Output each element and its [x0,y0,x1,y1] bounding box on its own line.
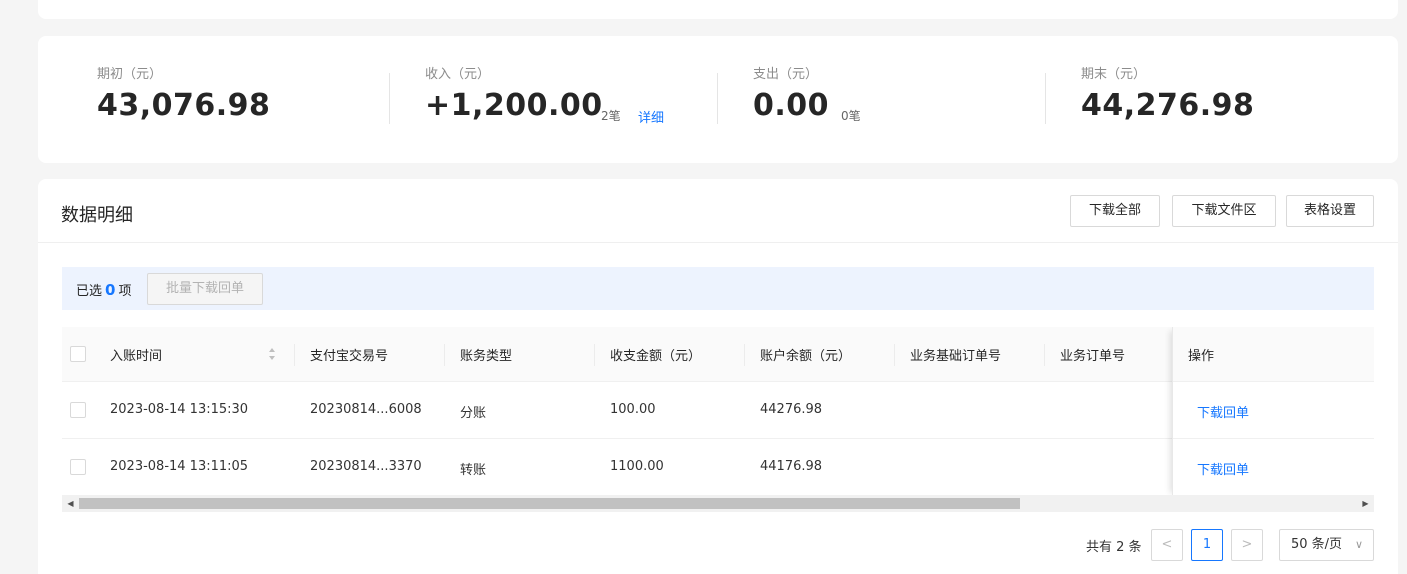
column-separator [594,344,595,366]
stat-closing-label: 期末（元） [1081,67,1147,82]
cell-amount: 1100.00 [610,459,664,474]
page-size-value: 50 条/页 [1291,537,1343,552]
page-size-select[interactable]: 50 条/页 ∨ [1279,529,1374,561]
scroll-left-icon[interactable]: ◀ [62,495,79,512]
row-checkbox[interactable] [70,459,86,475]
chevron-left-icon: < [1161,537,1173,552]
top-card [38,0,1398,19]
cell-trade-no: 20230814...3370 [310,459,422,474]
stat-income-label: 收入（元） [425,67,491,82]
stat-expense-count: 0笔 [841,109,861,123]
scroll-right-icon[interactable]: ▶ [1357,495,1374,512]
summary-card: 期初（元） 43,076.98 收入（元） +1,200.00 2笔 详细 支出… [38,36,1398,163]
column-header-action: 操作 [1188,349,1215,364]
table-settings-button[interactable]: 表格设置 [1286,195,1374,227]
selection-count: 0 [105,281,116,299]
income-detail-link[interactable]: 详细 [638,107,664,126]
action-cell: 下载回单 [1173,382,1374,439]
selection-text: 已选 0 项 [76,280,131,299]
scrollbar-thumb[interactable] [79,498,1020,509]
column-header-base-order: 业务基础订单号 [910,349,1002,364]
next-page-button[interactable]: > [1231,529,1263,561]
column-header-trade-no: 支付宝交易号 [310,349,389,364]
page-button-1[interactable]: 1 [1191,529,1223,561]
cell-type: 转账 [460,463,487,478]
download-receipt-link[interactable]: 下载回单 [1197,402,1249,421]
stat-closing-value: 44,276.98 [1081,88,1255,123]
column-separator [1044,344,1045,366]
select-all-checkbox[interactable] [70,346,86,362]
horizontal-scrollbar[interactable]: ◀ ▶ [62,495,1374,512]
detail-title: 数据明细 [61,205,133,226]
cell-balance: 44176.98 [760,459,823,474]
cell-amount: 100.00 [610,402,656,417]
data-table: 入账时间 支付宝交易号 账务类型 收支金额（元） 账户余额（元） 业务基础订单号… [62,327,1374,512]
row-checkbox[interactable] [70,402,86,418]
column-header-amount: 收支金额（元） [610,349,702,364]
action-cell: 下载回单 [1173,439,1374,496]
stat-income-count: 2笔 [601,109,621,123]
detail-card: 数据明细 下载全部 下载文件区 表格设置 已选 0 项 批量下载回单 入账时间 支付… [38,179,1398,574]
cell-trade-no: 20230814...6008 [310,402,422,417]
cell-balance: 44276.98 [760,402,823,417]
column-header-order: 业务订单号 [1060,349,1126,364]
fixed-action-column: 操作 下载回单 下载回单 [1172,327,1374,497]
batch-download-button[interactable]: 批量下载回单 [147,273,263,305]
column-separator [894,344,895,366]
prev-page-button[interactable]: < [1151,529,1183,561]
column-separator [444,344,445,366]
stat-opening-value: 43,076.98 [97,88,271,123]
stat-divider [1045,73,1046,124]
chevron-right-icon: > [1241,537,1253,552]
column-header-balance: 账户余额（元） [760,349,852,364]
detail-divider [38,242,1398,243]
column-separator [744,344,745,366]
download-all-button[interactable]: 下载全部 [1070,195,1160,227]
chevron-down-icon: ∨ [1354,538,1363,551]
stat-expense-value: 0.00 [753,88,830,123]
download-receipt-link[interactable]: 下载回单 [1197,459,1249,478]
pagination-total: 共有 2 条 [1086,540,1142,555]
selection-bar: 已选 0 项 批量下载回单 [62,267,1374,310]
column-separator [294,344,295,366]
stat-divider [717,73,718,124]
stat-divider [389,73,390,124]
stat-opening-label: 期初（元） [97,67,163,82]
selection-suffix: 项 [118,284,132,299]
column-header-time[interactable]: 入账时间 [110,345,162,364]
column-header-type: 账务类型 [460,349,513,364]
cell-time: 2023-08-14 13:11:05 [110,459,249,474]
sort-icon[interactable] [268,347,276,361]
cell-time: 2023-08-14 13:15:30 [110,402,249,417]
stat-income-value: +1,200.00 [425,88,603,123]
action-header-cell: 操作 [1173,327,1374,382]
cell-type: 分账 [460,406,487,421]
selection-prefix: 已选 [76,284,103,299]
download-area-button[interactable]: 下载文件区 [1172,195,1276,227]
stat-expense-label: 支出（元） [753,67,819,82]
